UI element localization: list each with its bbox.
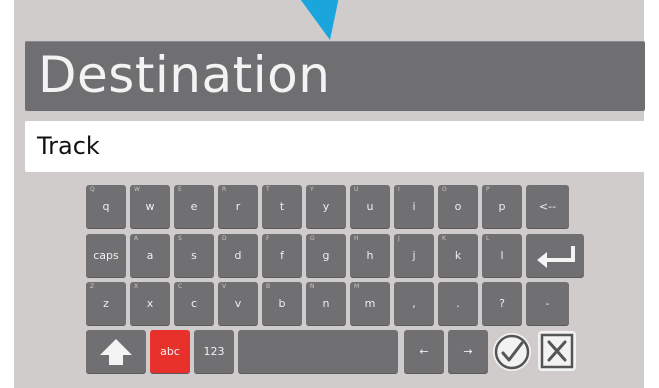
key-v[interactable]: Vv — [218, 282, 258, 325]
cursor-right-key[interactable]: → — [448, 330, 488, 373]
key-l[interactable]: Ll — [482, 234, 522, 277]
key-y[interactable]: Yy — [306, 185, 346, 228]
key-dash[interactable]: - — [526, 282, 569, 325]
key-i[interactable]: Ii — [394, 185, 434, 228]
key-c[interactable]: Cc — [174, 282, 214, 325]
enter-key[interactable] — [526, 234, 584, 277]
key-k[interactable]: Kk — [438, 234, 478, 277]
checkmark-icon — [494, 334, 530, 370]
key-period[interactable]: . — [438, 282, 478, 325]
caps-key[interactable]: caps — [86, 234, 126, 277]
navigation-arrow-icon — [300, 0, 339, 40]
confirm-button[interactable] — [493, 333, 531, 371]
key-x[interactable]: Xx — [130, 282, 170, 325]
key-w[interactable]: Ww — [130, 185, 170, 228]
space-key[interactable] — [238, 330, 398, 373]
shift-key[interactable] — [86, 330, 146, 373]
cursor-left-key[interactable]: ← — [404, 330, 444, 373]
shift-icon — [100, 338, 132, 365]
key-question[interactable]: ? — [482, 282, 522, 325]
key-b[interactable]: Bb — [262, 282, 302, 325]
key-j[interactable]: Jj — [394, 234, 434, 277]
key-r[interactable]: Rr — [218, 185, 258, 228]
key-a[interactable]: Aa — [130, 234, 170, 277]
cancel-icon — [540, 333, 574, 369]
key-comma[interactable]: , — [394, 282, 434, 325]
key-n[interactable]: Nn — [306, 282, 346, 325]
key-q[interactable]: Qq — [86, 185, 126, 228]
destination-input[interactable]: Track — [25, 121, 645, 172]
key-s[interactable]: Ss — [174, 234, 214, 277]
numeric-mode-key[interactable]: 123 — [194, 330, 234, 373]
input-value: Track — [37, 132, 100, 160]
key-e[interactable]: Ee — [174, 185, 214, 228]
key-m[interactable]: Mm — [350, 282, 390, 325]
key-z[interactable]: Zz — [86, 282, 126, 325]
key-o[interactable]: Oo — [438, 185, 478, 228]
key-f[interactable]: Ff — [262, 234, 302, 277]
abc-mode-key[interactable]: abc — [150, 330, 190, 373]
key-g[interactable]: Gg — [306, 234, 346, 277]
enter-icon — [537, 245, 575, 268]
page-title: Destination — [38, 46, 331, 104]
cancel-button[interactable] — [538, 331, 576, 371]
title-bar: Destination — [25, 41, 645, 111]
backspace-key[interactable]: <-- — [526, 185, 569, 228]
key-p[interactable]: Pp — [482, 185, 522, 228]
key-u[interactable]: Uu — [350, 185, 390, 228]
key-t[interactable]: Tt — [262, 185, 302, 228]
key-h[interactable]: Hh — [350, 234, 390, 277]
key-d[interactable]: Dd — [218, 234, 258, 277]
